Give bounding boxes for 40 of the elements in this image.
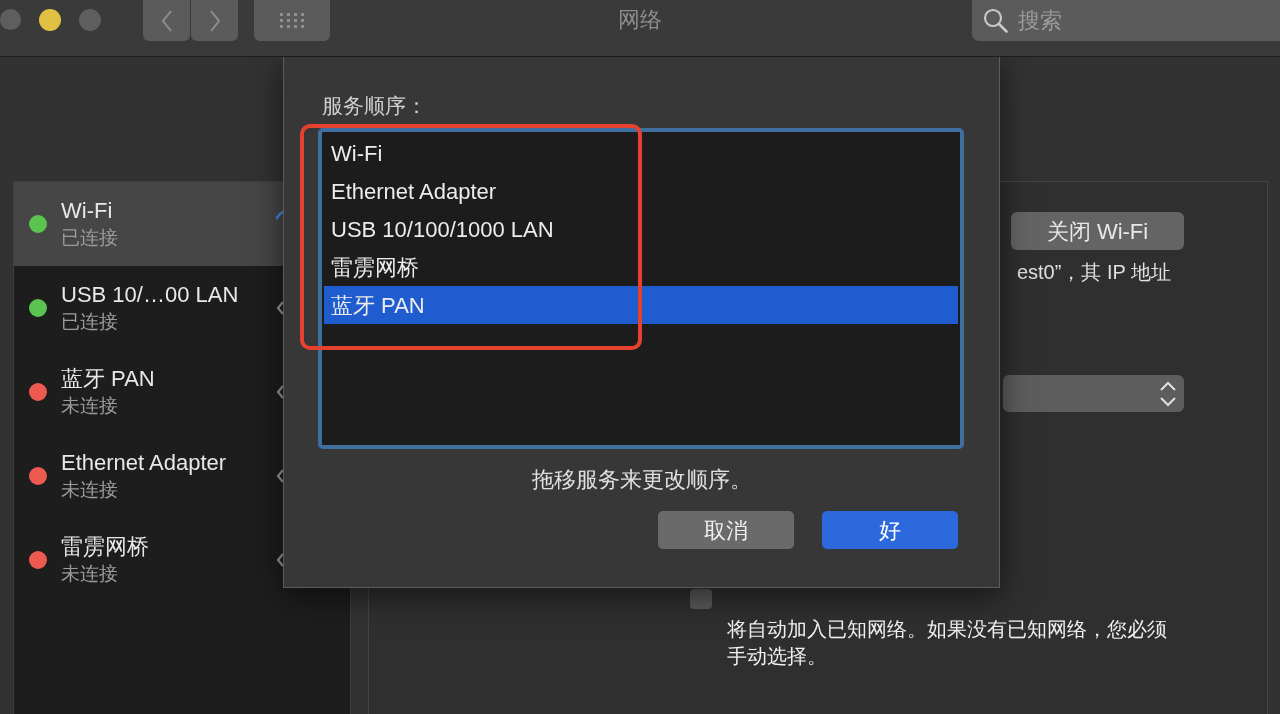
zoom-button[interactable] bbox=[79, 9, 101, 31]
service-name: 雷雳网桥 bbox=[61, 533, 149, 561]
chevron-right-icon bbox=[208, 9, 221, 32]
hint-text: 拖移服务来更改顺序。 bbox=[531, 466, 752, 494]
turn-off-wifi-button[interactable]: 关闭 Wi-Fi bbox=[1011, 212, 1184, 250]
close-button[interactable] bbox=[0, 9, 21, 30]
window-title: 网络 bbox=[618, 6, 662, 34]
list-label: 服务顺序： bbox=[322, 93, 427, 119]
service-status: 已连接 bbox=[61, 226, 118, 250]
network-name-dropdown[interactable] bbox=[1003, 375, 1184, 412]
service-status: 已连接 bbox=[61, 310, 118, 334]
checkbox[interactable] bbox=[690, 589, 712, 609]
service-order-list[interactable]: Wi-Fi Ethernet Adapter USB 10/100/1000 LAN 雷雳网桥 蓝牙 PAN bbox=[318, 128, 964, 449]
service-row[interactable]: Wi-Fi bbox=[324, 134, 958, 172]
service-row[interactable]: 蓝牙 PAN bbox=[324, 286, 958, 324]
service-status: 未连接 bbox=[61, 394, 118, 418]
chevron-left-icon bbox=[276, 385, 284, 399]
chevron-left-icon bbox=[276, 553, 284, 567]
service-name: Ethernet Adapter bbox=[61, 449, 227, 477]
chevron-left-icon bbox=[276, 469, 284, 483]
show-all-button[interactable] bbox=[254, 0, 330, 41]
service-status: 未连接 bbox=[61, 478, 118, 502]
arc-icon bbox=[276, 210, 284, 220]
auto-join-note: 将自动加入已知网络。如果没有已知网络，您必须手动选择。 bbox=[727, 617, 1168, 669]
minimize-button[interactable] bbox=[39, 9, 61, 31]
chevron-left-icon bbox=[160, 9, 173, 32]
service-name: USB 10/…00 LAN bbox=[61, 281, 239, 309]
service-status: 未连接 bbox=[61, 562, 118, 586]
back-button[interactable] bbox=[143, 0, 190, 41]
status-text: est0”，其 IP 地址 bbox=[1016, 260, 1171, 285]
service-name: 蓝牙 PAN bbox=[61, 365, 155, 393]
search-field[interactable]: 搜索 bbox=[972, 0, 1280, 41]
service-name: Wi-Fi bbox=[61, 197, 113, 225]
chevron-left-icon bbox=[276, 301, 284, 315]
grid-icon bbox=[280, 13, 304, 28]
ok-button[interactable]: 好 bbox=[822, 511, 958, 549]
search-icon bbox=[983, 8, 1008, 33]
forward-button[interactable] bbox=[191, 0, 238, 41]
up-down-chevron-icon bbox=[1160, 380, 1176, 407]
cancel-button[interactable]: 取消 bbox=[658, 511, 794, 549]
